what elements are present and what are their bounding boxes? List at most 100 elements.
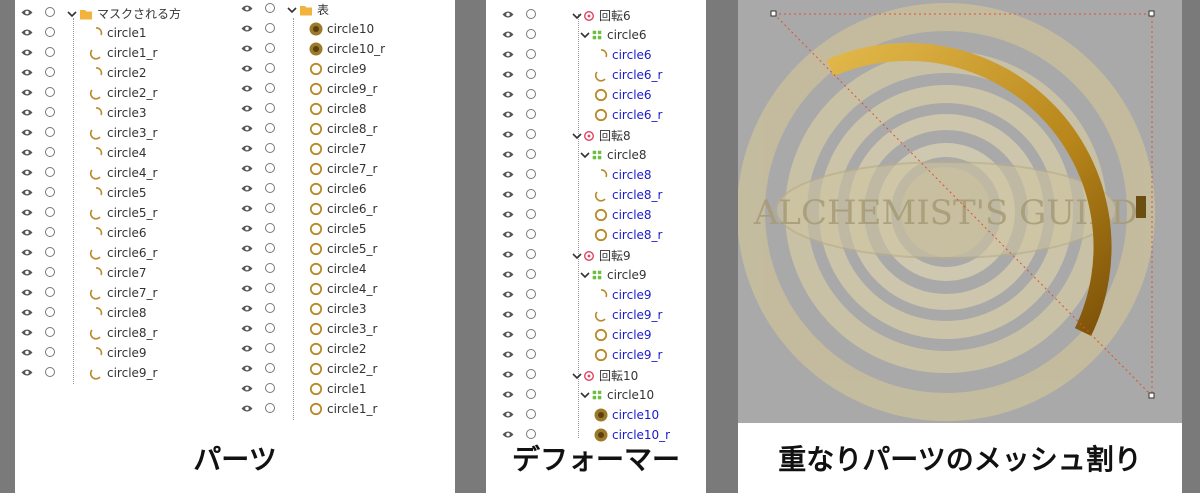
lock-toggle-radio[interactable] xyxy=(45,227,55,237)
tree-row[interactable]: circle9_r xyxy=(235,78,455,98)
lock-toggle-radio[interactable] xyxy=(45,347,55,357)
visibility-eye-icon[interactable] xyxy=(21,126,33,138)
tree-row[interactable]: circle4_r xyxy=(235,278,455,298)
visibility-eye-icon[interactable] xyxy=(21,146,33,158)
mesh-viewport[interactable]: ALCHEMIST'S GUILD xyxy=(738,0,1182,423)
lock-toggle-radio[interactable] xyxy=(45,107,55,117)
lock-toggle-radio[interactable] xyxy=(265,363,275,373)
visibility-eye-icon[interactable] xyxy=(21,66,33,78)
lock-toggle-radio[interactable] xyxy=(526,49,536,59)
lock-toggle-radio[interactable] xyxy=(265,63,275,73)
lock-toggle-radio[interactable] xyxy=(265,3,275,13)
tree-row[interactable]: circle4 xyxy=(15,142,235,162)
visibility-eye-icon[interactable] xyxy=(502,148,514,160)
visibility-eye-icon[interactable] xyxy=(502,208,514,220)
tree-row[interactable]: circle10_r xyxy=(235,38,455,58)
tree-row[interactable]: circle3_r xyxy=(15,122,235,142)
lock-toggle-radio[interactable] xyxy=(526,149,536,159)
visibility-eye-icon[interactable] xyxy=(502,288,514,300)
visibility-eye-icon[interactable] xyxy=(21,246,33,258)
lock-toggle-radio[interactable] xyxy=(265,283,275,293)
tree-row[interactable]: 表 xyxy=(235,0,455,18)
visibility-eye-icon[interactable] xyxy=(502,108,514,120)
tree-row[interactable]: circle2 xyxy=(235,338,455,358)
visibility-eye-icon[interactable] xyxy=(21,226,33,238)
tree-row[interactable]: circle8 xyxy=(486,144,706,164)
lock-toggle-radio[interactable] xyxy=(45,67,55,77)
lock-toggle-radio[interactable] xyxy=(265,143,275,153)
visibility-eye-icon[interactable] xyxy=(241,42,253,54)
lock-toggle-radio[interactable] xyxy=(45,47,55,57)
visibility-eye-icon[interactable] xyxy=(502,168,514,180)
lock-toggle-radio[interactable] xyxy=(526,69,536,79)
visibility-eye-icon[interactable] xyxy=(241,362,253,374)
tree-row[interactable]: circle4_r xyxy=(15,162,235,182)
visibility-eye-icon[interactable] xyxy=(502,28,514,40)
visibility-eye-icon[interactable] xyxy=(241,322,253,334)
tree-row[interactable]: circle2 xyxy=(15,62,235,82)
visibility-eye-icon[interactable] xyxy=(502,188,514,200)
lock-toggle-radio[interactable] xyxy=(45,307,55,317)
visibility-eye-icon[interactable] xyxy=(21,86,33,98)
tree-row[interactable]: circle3 xyxy=(15,102,235,122)
lock-toggle-radio[interactable] xyxy=(265,263,275,273)
lock-toggle-radio[interactable] xyxy=(45,367,55,377)
lock-toggle-radio[interactable] xyxy=(265,23,275,33)
tree-row[interactable]: circle7_r xyxy=(235,158,455,178)
tree-row[interactable]: circle8 xyxy=(486,204,706,224)
tree-row[interactable]: circle5_r xyxy=(15,202,235,222)
tree-row[interactable]: circle8_r xyxy=(486,224,706,244)
visibility-eye-icon[interactable] xyxy=(241,402,253,414)
tree-row[interactable]: circle2_r xyxy=(15,82,235,102)
tree-row[interactable]: circle6 xyxy=(486,44,706,64)
tree-row[interactable]: circle10 xyxy=(486,384,706,404)
visibility-eye-icon[interactable] xyxy=(502,368,514,380)
visibility-eye-icon[interactable] xyxy=(502,68,514,80)
lock-toggle-radio[interactable] xyxy=(526,209,536,219)
tree-row[interactable]: circle7 xyxy=(15,262,235,282)
tree-row[interactable]: circle7_r xyxy=(15,282,235,302)
lock-toggle-radio[interactable] xyxy=(526,9,536,19)
visibility-eye-icon[interactable] xyxy=(21,106,33,118)
lock-toggle-radio[interactable] xyxy=(45,167,55,177)
lock-toggle-radio[interactable] xyxy=(526,129,536,139)
visibility-eye-icon[interactable] xyxy=(21,6,33,18)
tree-row[interactable]: circle10 xyxy=(235,18,455,38)
lock-toggle-radio[interactable] xyxy=(265,323,275,333)
visibility-eye-icon[interactable] xyxy=(502,228,514,240)
tree-row[interactable]: circle3_r xyxy=(235,318,455,338)
lock-toggle-radio[interactable] xyxy=(265,383,275,393)
tree-row[interactable]: circle9 xyxy=(486,324,706,344)
visibility-eye-icon[interactable] xyxy=(502,408,514,420)
tree-row[interactable]: circle9 xyxy=(235,58,455,78)
tree-row[interactable]: circle9_r xyxy=(486,304,706,324)
visibility-eye-icon[interactable] xyxy=(21,346,33,358)
lock-toggle-radio[interactable] xyxy=(526,269,536,279)
visibility-eye-icon[interactable] xyxy=(502,48,514,60)
tree-row[interactable]: circle2_r xyxy=(235,358,455,378)
lock-toggle-radio[interactable] xyxy=(526,369,536,379)
lock-toggle-radio[interactable] xyxy=(265,223,275,233)
lock-toggle-radio[interactable] xyxy=(265,303,275,313)
lock-toggle-radio[interactable] xyxy=(45,327,55,337)
lock-toggle-radio[interactable] xyxy=(265,163,275,173)
visibility-eye-icon[interactable] xyxy=(21,206,33,218)
visibility-eye-icon[interactable] xyxy=(502,308,514,320)
lock-toggle-radio[interactable] xyxy=(526,389,536,399)
lock-toggle-radio[interactable] xyxy=(526,409,536,419)
tree-row[interactable]: circle9_r xyxy=(15,362,235,382)
tree-row[interactable]: 回転10 xyxy=(486,364,706,384)
tree-row[interactable]: 回転8 xyxy=(486,124,706,144)
visibility-eye-icon[interactable] xyxy=(241,62,253,74)
tree-row[interactable]: circle1_r xyxy=(15,42,235,62)
visibility-eye-icon[interactable] xyxy=(502,328,514,340)
tree-row[interactable]: circle7 xyxy=(235,138,455,158)
visibility-eye-icon[interactable] xyxy=(502,128,514,140)
tree-row[interactable]: circle1 xyxy=(235,378,455,398)
tree-row[interactable]: circle6 xyxy=(15,222,235,242)
lock-toggle-radio[interactable] xyxy=(265,243,275,253)
visibility-eye-icon[interactable] xyxy=(241,282,253,294)
visibility-eye-icon[interactable] xyxy=(21,366,33,378)
lock-toggle-radio[interactable] xyxy=(265,183,275,193)
lock-toggle-radio[interactable] xyxy=(45,147,55,157)
